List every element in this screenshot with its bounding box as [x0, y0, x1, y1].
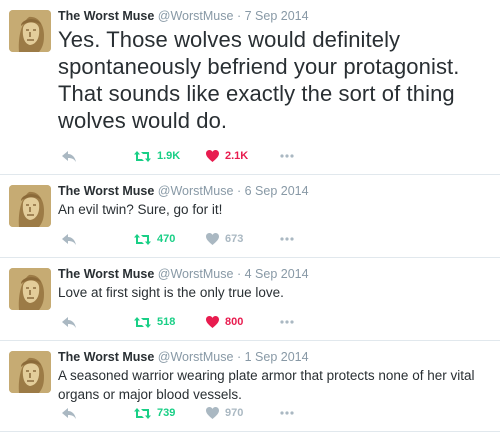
- more-icon: [280, 411, 300, 415]
- like-count: 2.1K: [225, 150, 249, 162]
- action-bar: 518 800: [62, 314, 300, 330]
- more-button[interactable]: [280, 320, 300, 324]
- author-name[interactable]: The Worst Muse: [58, 184, 154, 198]
- reply-button[interactable]: [62, 316, 134, 328]
- separator: ·: [236, 9, 242, 23]
- more-icon: [280, 320, 300, 324]
- heart-icon: [206, 316, 225, 328]
- separator: ·: [236, 350, 242, 364]
- tweet-header: The Worst Muse @WorstMuse · 6 Sep 2014: [58, 183, 500, 199]
- tweet-header: The Worst Muse @WorstMuse · 7 Sep 2014: [58, 8, 500, 24]
- more-button[interactable]: [280, 411, 300, 415]
- like-count: 673: [225, 233, 244, 245]
- tweet: The Worst Muse @WorstMuse · 6 Sep 2014 A…: [0, 175, 500, 258]
- tweet-date[interactable]: 1 Sep 2014: [245, 350, 309, 364]
- retweet-count: 1.9K: [157, 150, 181, 162]
- retweet-button[interactable]: 470: [134, 233, 206, 245]
- reply-icon: [62, 233, 82, 245]
- tweet-date[interactable]: 7 Sep 2014: [245, 9, 309, 23]
- retweet-button[interactable]: 739: [134, 407, 206, 419]
- author-handle[interactable]: @WorstMuse: [158, 267, 234, 281]
- like-button[interactable]: 970: [206, 407, 280, 419]
- more-icon: [280, 154, 300, 158]
- like-button[interactable]: 800: [206, 316, 280, 328]
- avatar[interactable]: [9, 10, 51, 52]
- tweet-date[interactable]: 6 Sep 2014: [245, 184, 309, 198]
- reply-button[interactable]: [62, 407, 134, 419]
- tweet: The Worst Muse @WorstMuse · 4 Sep 2014 L…: [0, 258, 500, 341]
- author-handle[interactable]: @WorstMuse: [158, 350, 234, 364]
- author-handle[interactable]: @WorstMuse: [158, 184, 234, 198]
- reply-button[interactable]: [62, 150, 134, 162]
- avatar[interactable]: [9, 185, 51, 227]
- action-bar: 739 970: [62, 405, 300, 421]
- reply-button[interactable]: [62, 233, 134, 245]
- tweet-header: The Worst Muse @WorstMuse · 1 Sep 2014: [58, 349, 500, 365]
- tweet-text: Love at first sight is the only true lov…: [58, 285, 284, 300]
- more-button[interactable]: [280, 154, 300, 158]
- more-icon: [280, 237, 300, 241]
- reply-icon: [62, 407, 82, 419]
- avatar[interactable]: [9, 351, 51, 393]
- retweet-icon: [134, 150, 157, 162]
- like-button[interactable]: 2.1K: [206, 150, 280, 162]
- retweet-count: 739: [157, 407, 176, 419]
- retweet-icon: [134, 407, 157, 419]
- avatar[interactable]: [9, 268, 51, 310]
- like-count: 970: [225, 407, 244, 419]
- tweet-text: An evil twin? Sure, go for it!: [58, 202, 223, 217]
- like-count: 800: [225, 316, 244, 328]
- tweet-date[interactable]: 4 Sep 2014: [245, 267, 309, 281]
- tweet: The Worst Muse @WorstMuse · 7 Sep 2014 Y…: [0, 0, 500, 175]
- retweet-button[interactable]: 1.9K: [134, 150, 206, 162]
- tweet-text: A seasoned warrior wearing plate armor t…: [58, 368, 475, 402]
- author-name[interactable]: The Worst Muse: [58, 9, 154, 23]
- separator: ·: [236, 184, 242, 198]
- reply-icon: [62, 150, 82, 162]
- more-button[interactable]: [280, 237, 300, 241]
- heart-icon: [206, 233, 225, 245]
- tweet-header: The Worst Muse @WorstMuse · 4 Sep 2014: [58, 266, 500, 282]
- heart-icon: [206, 407, 225, 419]
- author-handle[interactable]: @WorstMuse: [158, 9, 234, 23]
- reply-icon: [62, 316, 82, 328]
- action-bar: 1.9K 2.1K: [62, 148, 300, 164]
- retweet-count: 518: [157, 316, 176, 328]
- tweet-text: Yes. Those wolves would definitely spont…: [58, 27, 460, 133]
- action-bar: 470 673: [62, 231, 300, 247]
- author-name[interactable]: The Worst Muse: [58, 350, 154, 364]
- like-button[interactable]: 673: [206, 233, 280, 245]
- retweet-icon: [134, 316, 157, 328]
- author-name[interactable]: The Worst Muse: [58, 267, 154, 281]
- retweet-button[interactable]: 518: [134, 316, 206, 328]
- separator: ·: [236, 267, 242, 281]
- heart-icon: [206, 150, 225, 162]
- tweet: The Worst Muse @WorstMuse · 1 Sep 2014 A…: [0, 341, 500, 432]
- retweet-icon: [134, 233, 157, 245]
- retweet-count: 470: [157, 233, 176, 245]
- tweet-feed: The Worst Muse @WorstMuse · 7 Sep 2014 Y…: [0, 0, 500, 432]
